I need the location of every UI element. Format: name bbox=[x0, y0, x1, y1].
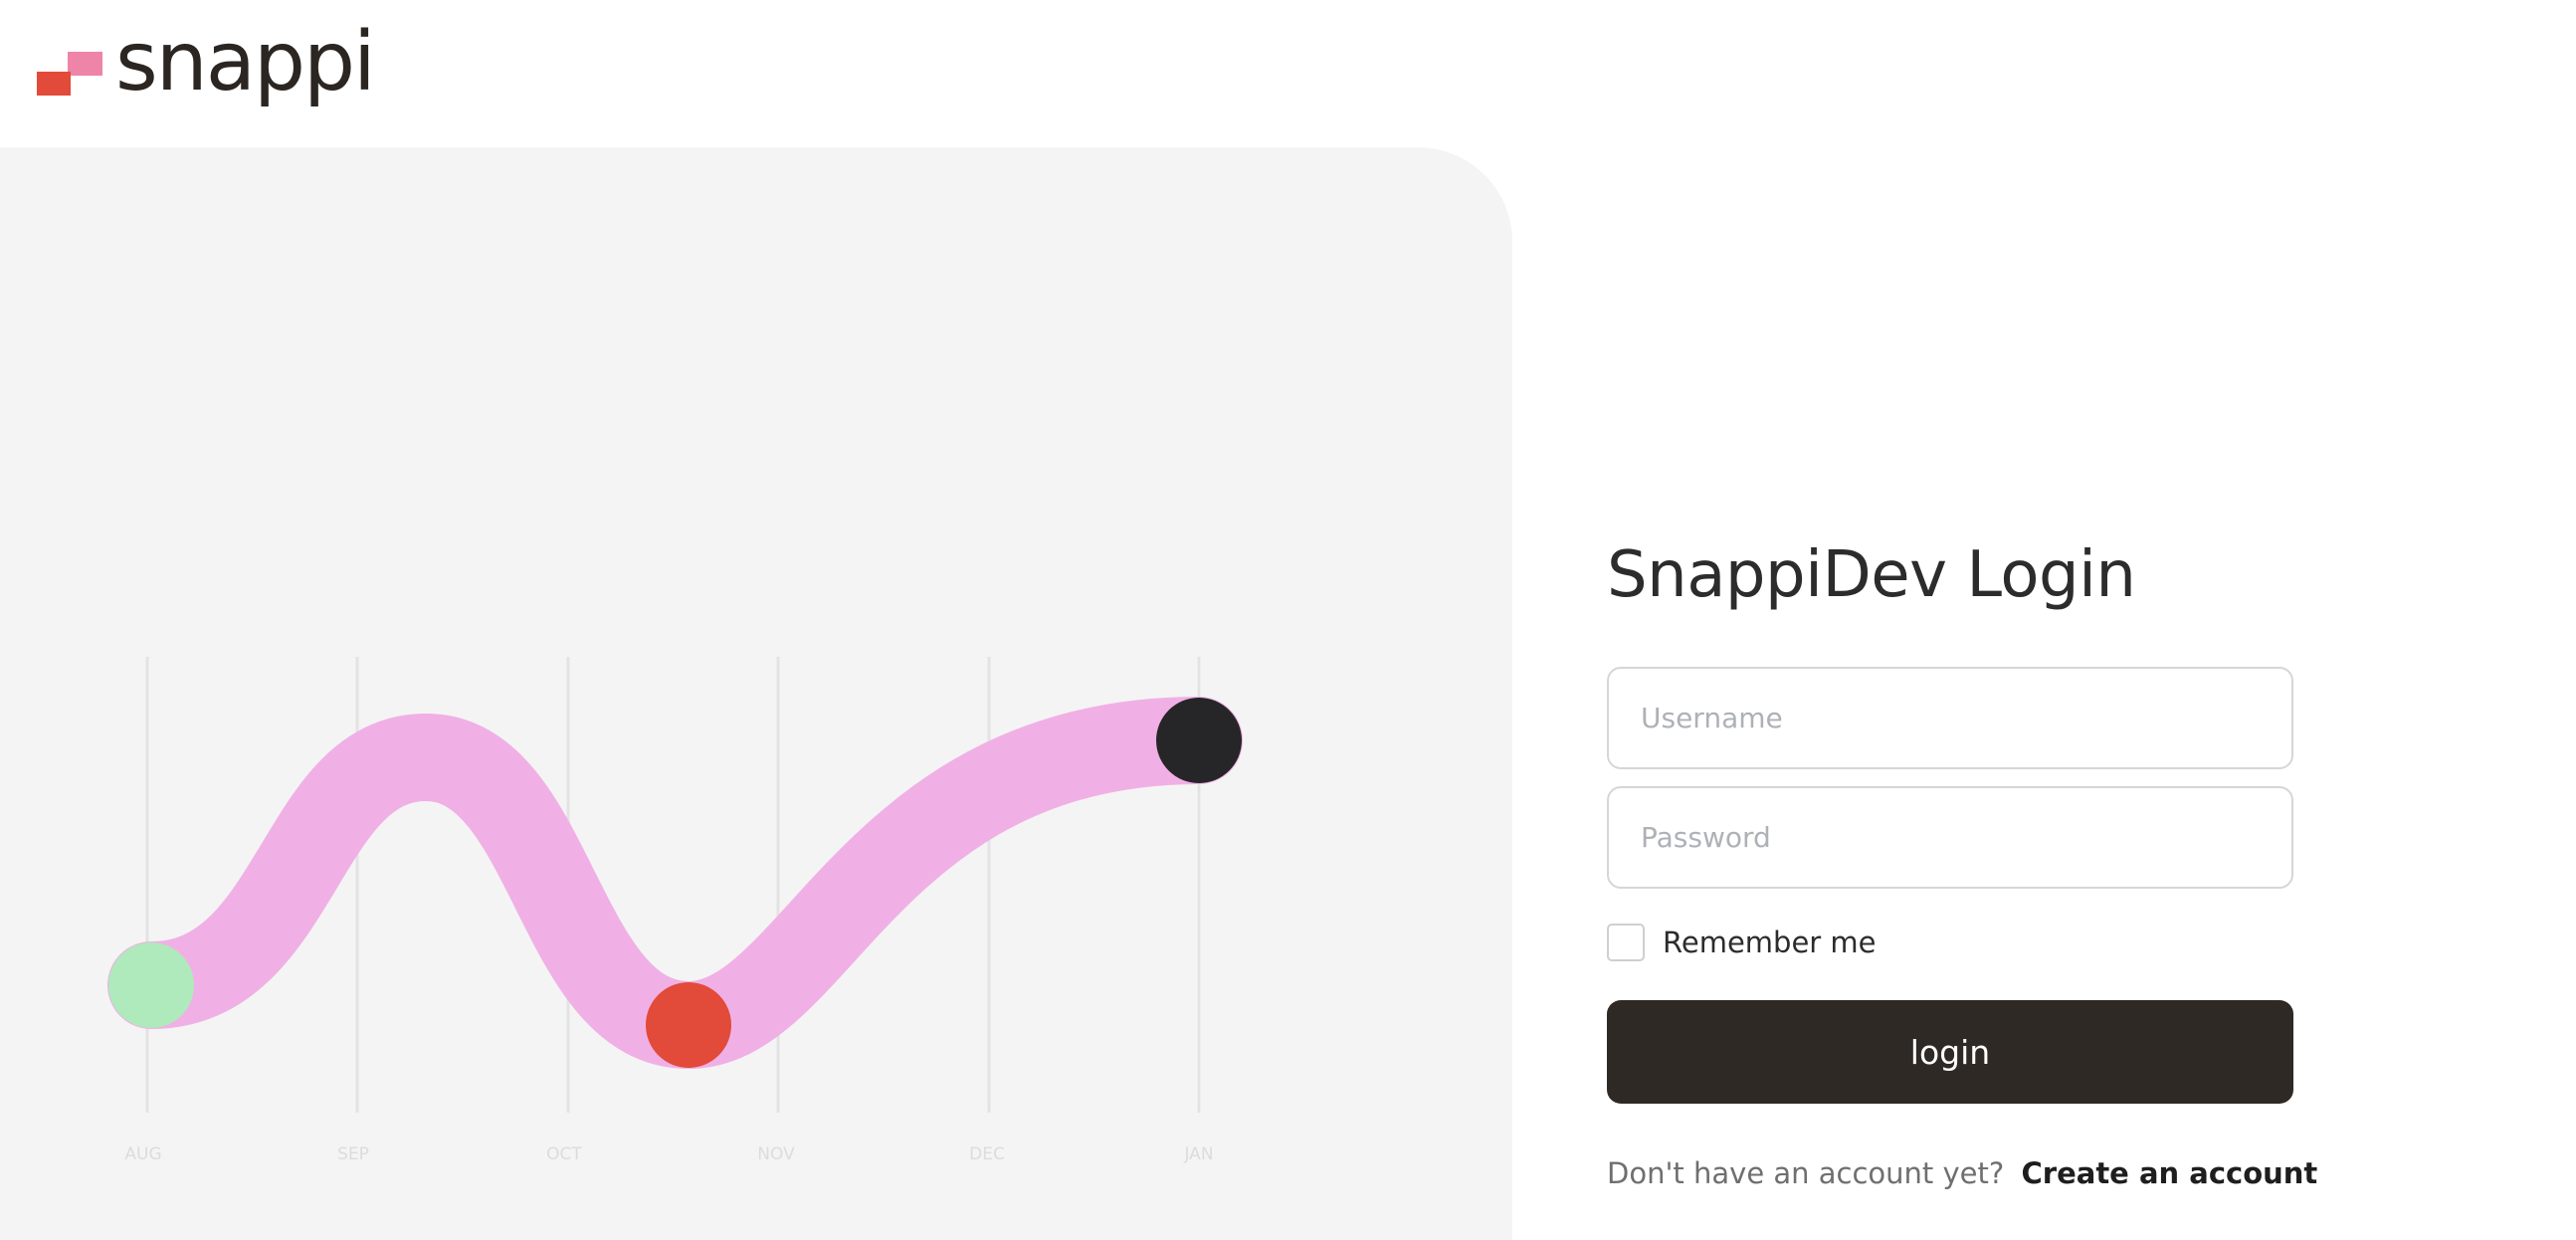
illustration-panel: AUG SEP OCT NOV DEC JAN bbox=[0, 147, 1512, 1240]
login-page: snappi AUG SEP OCT NOV DEC JAN SnappiDev… bbox=[0, 0, 2576, 1240]
start-dot bbox=[108, 942, 194, 1028]
page-title: SnappiDev Login bbox=[1607, 538, 2136, 612]
timeline-illustration: AUG SEP OCT NOV DEC JAN bbox=[107, 657, 1243, 1164]
month-label-nov: NOV bbox=[757, 1144, 795, 1164]
username-input[interactable] bbox=[1607, 667, 2293, 769]
logo-wordmark: snappi bbox=[115, 15, 376, 109]
password-input[interactable] bbox=[1607, 786, 2293, 889]
logo-mark-pink-block bbox=[68, 52, 102, 76]
signup-prompt-text: Don't have an account yet? bbox=[1607, 1156, 2005, 1190]
month-label-dec: DEC bbox=[969, 1144, 1005, 1164]
month-label-sep: SEP bbox=[337, 1144, 369, 1164]
logo-mark-red-block bbox=[37, 72, 71, 96]
month-label-jan: JAN bbox=[1183, 1144, 1213, 1164]
timeline-curve bbox=[107, 697, 1243, 1070]
login-button[interactable]: login bbox=[1607, 1000, 2293, 1104]
month-label-oct: OCT bbox=[546, 1144, 582, 1164]
month-label-aug: AUG bbox=[124, 1144, 161, 1164]
end-dot bbox=[1156, 698, 1242, 783]
login-form: SnappiDev Login Remember me login Don't … bbox=[1607, 537, 2317, 1190]
signup-prompt-row: Don't have an account yet? Create an acc… bbox=[1607, 1156, 2317, 1190]
month-labels: AUG SEP OCT NOV DEC JAN bbox=[124, 1144, 1213, 1164]
logo-mark-icon bbox=[37, 30, 102, 96]
remember-me-row[interactable]: Remember me bbox=[1607, 924, 1877, 961]
mid-dot bbox=[646, 982, 731, 1068]
remember-me-checkbox[interactable] bbox=[1607, 924, 1645, 961]
remember-me-label[interactable]: Remember me bbox=[1663, 926, 1877, 959]
create-account-link[interactable]: Create an account bbox=[2022, 1156, 2318, 1190]
